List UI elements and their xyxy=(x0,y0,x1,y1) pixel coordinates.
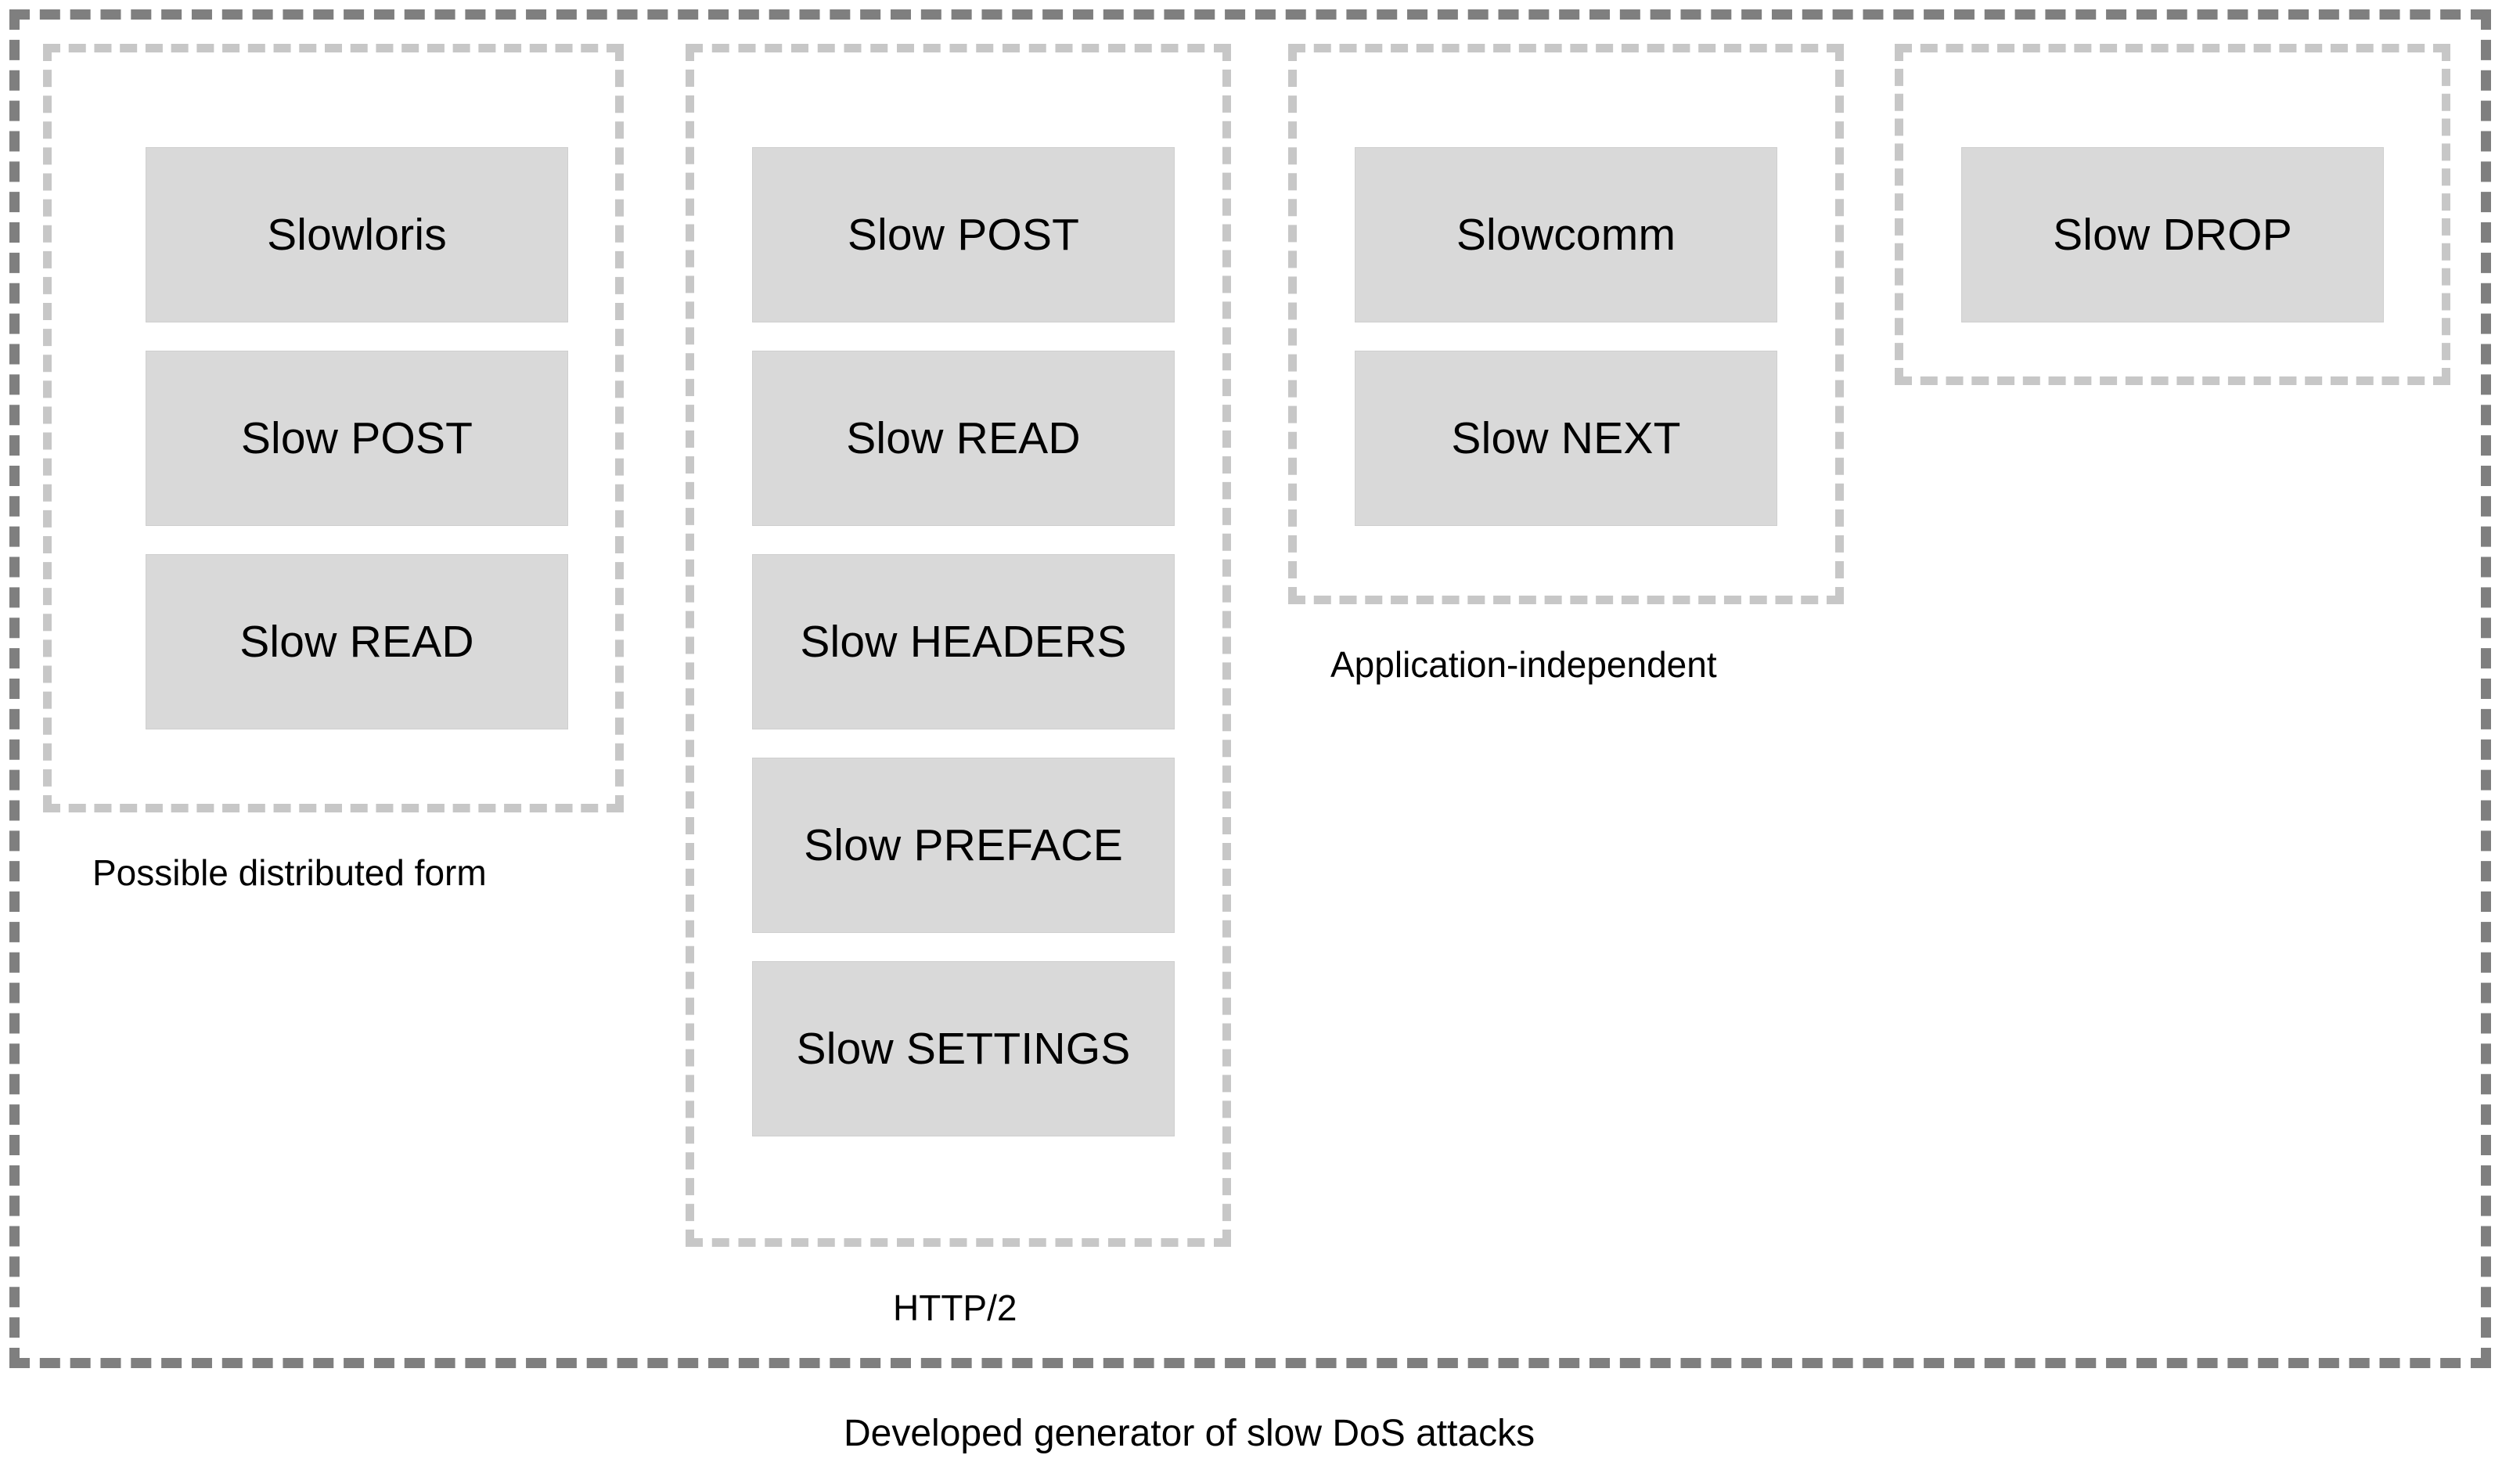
node-slow-settings[interactable]: Slow SETTINGS xyxy=(752,961,1175,1136)
node-slowcomm[interactable]: Slowcomm xyxy=(1355,147,1777,322)
node-slow-post-distributed[interactable]: Slow POST xyxy=(146,351,568,526)
caption-http2: HTTP/2 xyxy=(893,1288,1017,1328)
node-slow-drop[interactable]: Slow DROP xyxy=(1961,147,2384,322)
node-slow-read-http2[interactable]: Slow READ xyxy=(752,351,1175,526)
node-slow-read-distributed[interactable]: Slow READ xyxy=(146,554,568,729)
diagram-canvas: Slowloris Slow POST Slow READ Possible d… xyxy=(0,0,2520,1473)
node-slow-preface[interactable]: Slow PREFACE xyxy=(752,758,1175,933)
node-slow-post-http2[interactable]: Slow POST xyxy=(752,147,1175,322)
node-slow-next[interactable]: Slow NEXT xyxy=(1355,351,1777,526)
caption-developed-generator: Developed generator of slow DoS attacks xyxy=(844,1413,1535,1454)
caption-possible-distributed-form: Possible distributed form xyxy=(92,852,487,893)
caption-application-independent: Application-independent xyxy=(1330,644,1717,685)
node-slow-headers[interactable]: Slow HEADERS xyxy=(752,554,1175,729)
node-slowloris[interactable]: Slowloris xyxy=(146,147,568,322)
